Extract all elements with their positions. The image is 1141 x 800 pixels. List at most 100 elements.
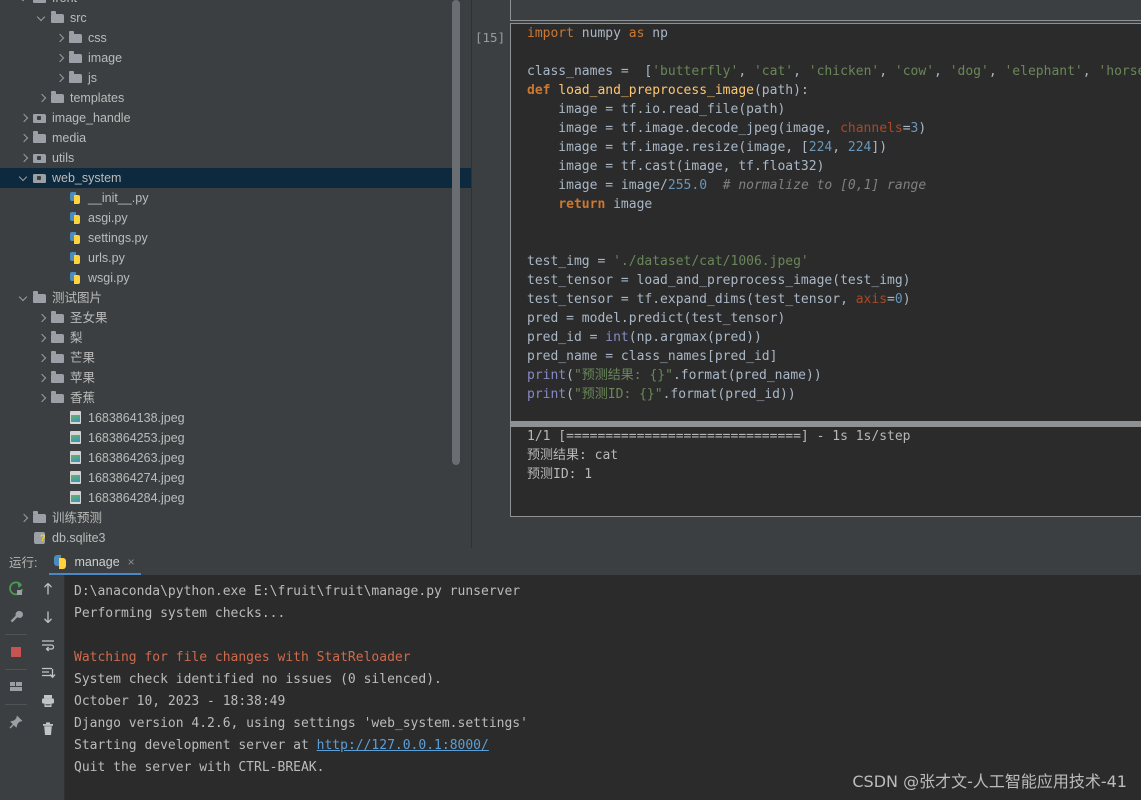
tree-item-media[interactable]: media xyxy=(0,128,472,148)
notebook-editor[interactable]: [15] import numpy as np class_names = ['… xyxy=(472,0,1141,548)
tree-item-梨[interactable]: 梨 xyxy=(0,328,472,348)
tree-item-settings.py[interactable]: settings.py xyxy=(0,228,472,248)
code-token: , xyxy=(738,64,754,79)
tree-item-utils[interactable]: utils xyxy=(0,148,472,168)
module-folder-icon xyxy=(31,168,49,188)
tree-item-front[interactable]: front xyxy=(0,0,472,8)
code-token: , xyxy=(934,64,950,79)
tree-item-label: __init__.py xyxy=(88,191,149,205)
chevron-right-icon[interactable] xyxy=(18,148,31,168)
print-icon[interactable] xyxy=(32,687,64,715)
code-cell[interactable]: import numpy as np class_names = ['butte… xyxy=(510,23,1141,421)
tree-item-image[interactable]: image xyxy=(0,48,472,68)
chevron-right-icon[interactable] xyxy=(36,368,49,388)
code-token: 'elephant' xyxy=(1004,64,1083,79)
tree-scrollbar-thumb[interactable] xyxy=(452,0,460,465)
chevron-right-icon[interactable] xyxy=(36,388,49,408)
chevron-down-icon[interactable] xyxy=(18,288,31,308)
tree-item-asgi.py[interactable]: asgi.py xyxy=(0,208,472,228)
pin-icon[interactable] xyxy=(0,708,32,736)
code-token: 'butterfly' xyxy=(652,64,739,79)
project-tree-panel[interactable]: front srccss image js templates image_handlem… xyxy=(0,0,472,548)
code-token: , xyxy=(988,64,1005,79)
console-left-toolbar[interactable] xyxy=(0,575,32,800)
tree-item-src[interactable]: src xyxy=(0,8,472,28)
tree-scrollbar-track[interactable] xyxy=(452,0,466,548)
console-tab-manage[interactable]: manage × xyxy=(49,549,141,575)
chevron-right-icon[interactable] xyxy=(18,128,31,148)
console-line: Django version 4.2.6, using settings 'we… xyxy=(74,716,528,731)
console-output[interactable]: D:\anaconda\python.exe E:\fruit\fruit\ma… xyxy=(65,575,1141,800)
run-console-panel[interactable]: 运行: manage × D:\anaconda\python.exe E:\f… xyxy=(0,548,1141,800)
layout-icon[interactable] xyxy=(0,673,32,701)
chevron-right-icon[interactable] xyxy=(36,308,49,328)
tree-item-芒果[interactable]: 芒果 xyxy=(0,348,472,368)
tree-item-urls.py[interactable]: urls.py xyxy=(0,248,472,268)
chevron-right-icon[interactable] xyxy=(36,328,49,348)
scroll-up-icon[interactable] xyxy=(32,575,64,603)
tree-item-训练预测[interactable]: 训练预测 xyxy=(0,508,472,528)
scroll-down-icon[interactable] xyxy=(32,603,64,631)
rerun-icon[interactable] xyxy=(0,575,32,603)
stop-icon[interactable] xyxy=(0,638,32,666)
code-line: image = image/255.0 # normalize to [0,1]… xyxy=(511,176,1141,195)
code-token: , xyxy=(1082,64,1099,79)
code-token: ) xyxy=(918,121,927,136)
server-url-link[interactable]: http://127.0.0.1:8000/ xyxy=(317,738,489,753)
console-line: Watching for file changes with StatReloa… xyxy=(74,650,411,665)
tree-item-1683864284.jpeg[interactable]: 1683864284.jpeg xyxy=(0,488,472,508)
code-token: (path): xyxy=(753,83,809,98)
folder-icon xyxy=(31,508,49,528)
chevron-right-icon[interactable] xyxy=(18,508,31,528)
code-token: def xyxy=(527,83,559,98)
code-token: return xyxy=(558,197,614,212)
tree-item-db.sqlite3[interactable]: db.sqlite3 xyxy=(0,528,472,548)
console-right-toolbar[interactable] xyxy=(32,575,65,800)
tree-item-苹果[interactable]: 苹果 xyxy=(0,368,472,388)
chevron-right-icon[interactable] xyxy=(54,28,67,48)
chevron-right-icon[interactable] xyxy=(36,88,49,108)
chevron-right-icon[interactable] xyxy=(54,48,67,68)
python-icon xyxy=(53,554,69,570)
tree-item-templates[interactable]: templates xyxy=(0,88,472,108)
code-token: image = tf.io.read_file(path) xyxy=(527,102,786,117)
code-token: "预测ID: {}" xyxy=(573,387,663,402)
chevron-down-icon[interactable] xyxy=(36,8,49,28)
tree-item-香蕉[interactable]: 香蕉 xyxy=(0,388,472,408)
soft-wrap-icon[interactable] xyxy=(32,631,64,659)
close-icon[interactable]: × xyxy=(128,555,135,569)
tree-item-1683864263.jpeg[interactable]: 1683864263.jpeg xyxy=(0,448,472,468)
chevron-down-icon[interactable] xyxy=(18,168,31,188)
tree-item-__init__.py[interactable]: __init__.py xyxy=(0,188,472,208)
chevron-right-icon[interactable] xyxy=(54,68,67,88)
tree-item-1683864274.jpeg[interactable]: 1683864274.jpeg xyxy=(0,468,472,488)
chevron-down-icon[interactable] xyxy=(18,0,31,8)
tree-item-wsgi.py[interactable]: wsgi.py xyxy=(0,268,472,288)
tree-item-image_handle[interactable]: image_handle xyxy=(0,108,472,128)
clear-all-trash-icon[interactable] xyxy=(32,715,64,743)
tree-item-web_system[interactable]: web_system xyxy=(0,168,472,188)
scroll-to-end-icon[interactable] xyxy=(32,659,64,687)
console-line: Performing system checks... xyxy=(74,606,286,621)
tree-item-label: 香蕉 xyxy=(70,391,96,405)
database-file-icon xyxy=(31,528,49,548)
tree-item-css[interactable]: css xyxy=(0,28,472,48)
code-token: ]) xyxy=(871,140,888,155)
tree-item-js[interactable]: js xyxy=(0,68,472,88)
tree-item-1683864138.jpeg[interactable]: 1683864138.jpeg xyxy=(0,408,472,428)
settings-wrench-icon[interactable] xyxy=(0,603,32,631)
tree-item-1683864253.jpeg[interactable]: 1683864253.jpeg xyxy=(0,428,472,448)
tree-item-圣女果[interactable]: 圣女果 xyxy=(0,308,472,328)
console-line: D:\anaconda\python.exe E:\fruit\fruit\ma… xyxy=(74,584,521,599)
code-line: image = tf.image.decode_jpeg(image, chan… xyxy=(511,119,1141,138)
tree-item-label: 1683864274.jpeg xyxy=(88,471,185,485)
chevron-right-icon[interactable] xyxy=(36,348,49,368)
toolbar-separator xyxy=(5,669,27,670)
chevron-right-icon[interactable] xyxy=(18,108,31,128)
tree-item-测试图片[interactable]: 测试图片 xyxy=(0,288,472,308)
